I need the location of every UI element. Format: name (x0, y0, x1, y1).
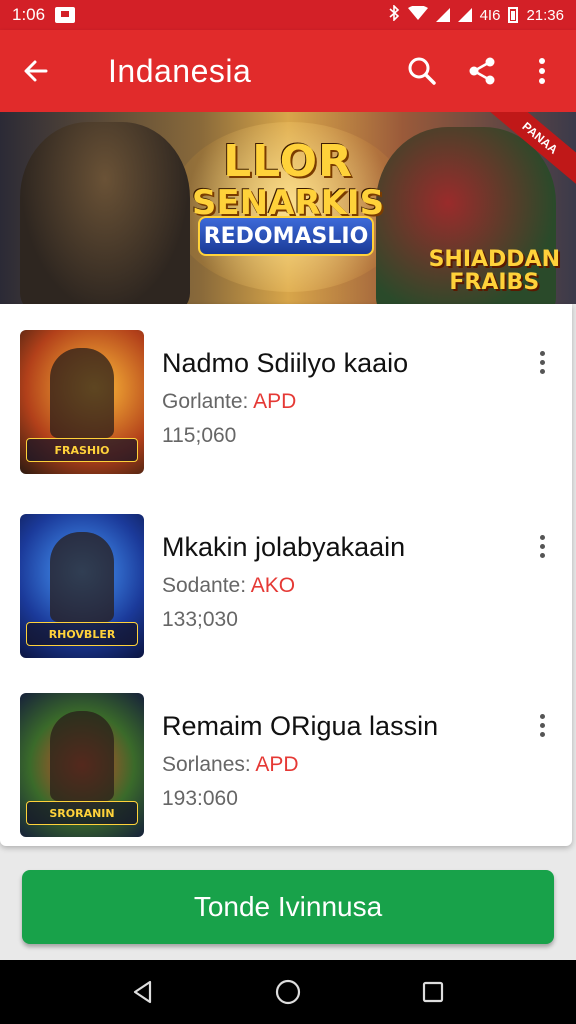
status-bar: 1:06 4I6 21:36 (0, 0, 576, 30)
banner-hero-warrior (20, 122, 190, 304)
item-sub-value: APD (253, 390, 297, 413)
item-title: Nadmo Sdiilyo kaaio (162, 348, 409, 378)
share-icon[interactable] (452, 41, 512, 101)
promo-banner[interactable]: LLOR SENARKIS REDOMASLIO SHIADDAN FRAIBS… (0, 112, 576, 304)
primary-action-button[interactable]: Tonde Ivinnusa (22, 870, 554, 944)
item-sub-value: AKO (250, 574, 296, 597)
banner-side-line1: SHIADDAN (428, 247, 560, 272)
nav-recents-icon[interactable] (403, 962, 463, 1022)
nav-home-icon[interactable] (258, 962, 318, 1022)
item-more-icon[interactable] (530, 705, 554, 745)
list-item[interactable]: RHOVBLER Mkakin jolabyakaain Sodante: AK… (0, 514, 572, 684)
game-thumbnail[interactable]: SRORANIN (20, 693, 144, 837)
status-time-left: 1:06 (12, 5, 46, 24)
wifi-icon (407, 5, 428, 24)
list-item[interactable]: SRORANIN Remaim ORigua lassin Sorlanes: … (0, 693, 572, 863)
item-subtitle: Sorlanes: APD (162, 753, 299, 777)
message-notification-icon (55, 7, 76, 23)
thumbnail-figure (50, 532, 114, 622)
network-type-text: 4I6 (479, 6, 501, 24)
item-subtitle: Sodante: AKO (162, 574, 295, 598)
item-sub-label: Sorlanes: (162, 753, 251, 776)
more-vert-icon[interactable] (512, 41, 572, 101)
item-sub-value: APD (255, 753, 299, 776)
item-subtitle: Gorlante: APD (162, 390, 296, 414)
list-item[interactable]: FRASHIO Nadmo Sdiilyo kaaio Gorlante: AP… (0, 330, 572, 500)
status-time-right: 21:36 (526, 6, 564, 24)
item-sub-label: Sodante: (162, 574, 247, 597)
game-list: FRASHIO Nadmo Sdiilyo kaaio Gorlante: AP… (0, 304, 572, 846)
banner-logo-line1: LLOR (223, 136, 353, 187)
bluetooth-icon (388, 4, 400, 25)
back-arrow-icon[interactable] (6, 41, 66, 101)
item-count: 193:060 (162, 787, 238, 810)
banner-side-text: SHIADDAN FRAIBS (429, 248, 560, 294)
item-more-icon[interactable] (530, 342, 554, 382)
search-icon[interactable] (392, 41, 452, 101)
thumbnail-figure (50, 711, 114, 801)
page-title: Indanesia (108, 52, 252, 89)
item-title: Mkakin jolabyakaain (162, 532, 406, 562)
game-thumbnail[interactable]: FRASHIO (20, 330, 144, 474)
thumbnail-label: SRORANIN (26, 801, 138, 825)
thumbnail-label: FRASHIO (26, 438, 138, 462)
battery-icon (508, 7, 519, 23)
signal-icon-2 (457, 8, 472, 22)
banner-side-line2: FRAIBS (449, 270, 540, 296)
nav-back-icon[interactable] (113, 962, 173, 1022)
banner-logo-ribbon: REDOMASLIO (198, 216, 374, 256)
signal-icon (435, 8, 450, 22)
game-thumbnail[interactable]: RHOVBLER (20, 514, 144, 658)
banner-logo-line2: SENARKIS (191, 183, 385, 223)
item-sub-label: Gorlante: (162, 390, 249, 413)
item-title: Remaim ORigua lassin (162, 711, 439, 741)
app-bar: Indanesia (0, 30, 576, 112)
banner-logo: LLOR SENARKIS (178, 136, 398, 223)
system-nav-bar (0, 960, 576, 1024)
item-more-icon[interactable] (530, 526, 554, 566)
thumbnail-figure (50, 348, 114, 438)
item-count: 115;060 (162, 424, 237, 447)
item-count: 133;030 (162, 608, 238, 631)
thumbnail-label: RHOVBLER (26, 622, 138, 646)
